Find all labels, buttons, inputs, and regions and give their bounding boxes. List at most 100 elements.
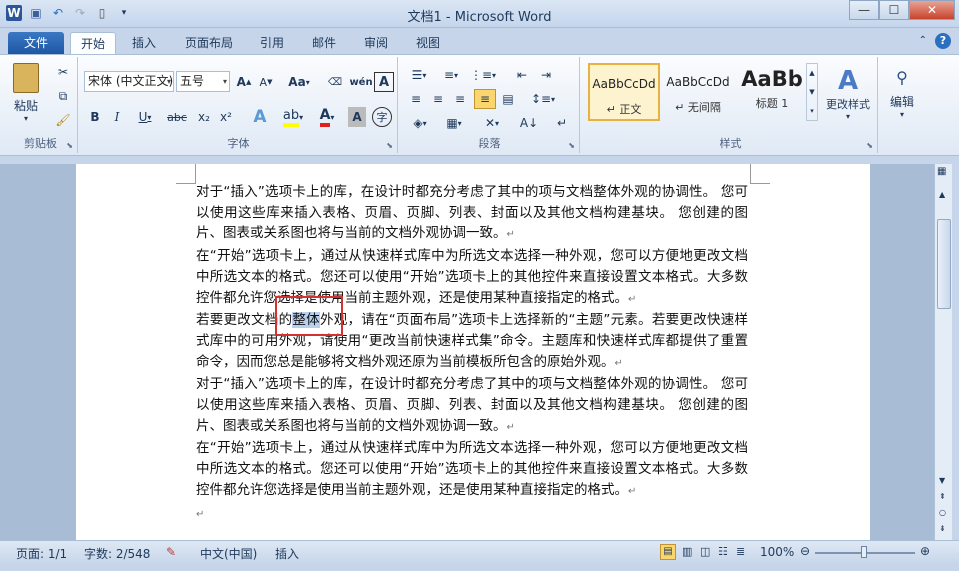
style-name: ↵ 无间隔 [675,101,721,114]
change-case-icon[interactable]: Aa ▾ [286,72,312,92]
increase-indent-icon[interactable]: ⇥ [536,65,556,85]
show-formatting-marks-icon[interactable]: ↵ [552,113,572,133]
tab-insert[interactable]: 插入 [122,32,166,54]
font-size-combo[interactable]: 五号 ▾ [176,71,230,92]
font-name-combo[interactable]: 宋体 (中文正文) ▾ [84,71,174,92]
paragraph-mark: ↵ [628,293,637,305]
chinese-layout-icon[interactable]: ✕ ▾ [478,113,506,133]
selection-highlight-box [275,296,343,336]
underline-button[interactable]: U ▾ [132,107,158,127]
editing-button[interactable]: ⚲ 编辑 ▾ [884,61,920,125]
align-right-icon[interactable]: ≡ [450,89,470,109]
styles-gallery-scroll[interactable]: ▲ ▼ ▾ [806,63,818,121]
paste-button[interactable]: 粘贴 ▾ [8,61,44,125]
close-button[interactable]: ✕ [909,0,955,20]
justify-icon[interactable]: ≡ [474,89,496,109]
insert-mode-indicator[interactable]: 插入 [275,545,299,562]
align-center-icon[interactable]: ≡ [428,89,448,109]
grow-font-icon[interactable]: A ▲ [234,72,254,92]
borders-icon[interactable]: ▦ ▾ [440,113,468,133]
page-count[interactable]: 页面: 1/1 [16,545,67,562]
scroll-down-icon[interactable]: ▼ [939,476,945,485]
full-screen-reading-view-icon[interactable]: ▥ [682,545,692,558]
zoom-slider-thumb[interactable] [861,546,867,558]
margin-corner-marker [750,164,770,184]
language-indicator[interactable]: 中文(中国) [200,545,257,562]
clear-formatting-icon[interactable]: ⌫ [324,72,346,92]
maximize-button[interactable]: ☐ [879,0,909,20]
minimize-ribbon-icon[interactable]: ⌃ [919,35,927,46]
next-page-icon[interactable]: ⇟ [939,524,946,533]
help-icon[interactable]: ? [935,33,951,49]
character-shading-icon[interactable]: A [348,107,366,127]
distributed-icon[interactable]: ▤ [498,89,518,109]
cut-icon[interactable]: ✂ [54,63,72,81]
style-heading-1[interactable]: AaBb 标题 1 [736,63,808,121]
paste-label: 粘贴 [13,99,38,113]
chevron-down-icon: ▾ [222,77,227,86]
zoom-level[interactable]: 100% [760,545,794,559]
tab-file[interactable]: 文件 [8,32,64,54]
ruler-toggle-icon[interactable]: ▦ [937,166,946,177]
draft-view-icon[interactable]: ≣ [736,545,745,558]
line-spacing-icon[interactable]: ↕≡ ▾ [530,89,556,109]
multilevel-list-icon[interactable]: ⋮≡ ▾ [470,65,496,85]
tab-mailings[interactable]: 邮件 [304,32,344,54]
align-left-icon[interactable]: ≡ [406,89,426,109]
document-area: 对于“插入”选项卡上的库，在设计时都充分考虑了其中的项与文档整体外观的协调性。 … [0,164,934,540]
vertical-scrollbar[interactable]: ▦ ▲ ▼ ⇞ ○ ⇟ [934,164,952,540]
decrease-indent-icon[interactable]: ⇤ [512,65,532,85]
underline-label: U [138,110,148,124]
previous-page-icon[interactable]: ⇞ [939,492,946,501]
proofing-icon[interactable]: ✎ [166,545,176,559]
sort-icon[interactable]: A↓ [518,113,540,133]
tab-home[interactable]: 开始 [70,32,116,54]
tab-references[interactable]: 引用 [252,32,292,54]
scrollbar-thumb[interactable] [937,219,951,309]
subscript-button[interactable]: x₂ [194,107,214,127]
style-normal[interactable]: AaBbCcDd ↵ 正文 [588,63,660,121]
print-layout-view-icon[interactable]: ▤ [660,544,676,560]
shrink-font-icon[interactable]: A ▼ [256,72,276,92]
zoom-out-icon[interactable]: ⊖ [800,544,810,558]
style-no-spacing[interactable]: AaBbCcDd ↵ 无间隔 [662,63,734,121]
document-body[interactable]: 对于“插入”选项卡上的库，在设计时都充分考虑了其中的项与文档整体外观的协调性。 … [196,182,748,525]
italic-button[interactable]: I [108,107,126,127]
superscript-button[interactable]: x² [216,107,236,127]
tab-page-layout[interactable]: 页面布局 [176,32,242,54]
numbering-icon[interactable]: ≡ ▾ [438,65,464,85]
tab-review[interactable]: 审阅 [356,32,396,54]
bold-button[interactable]: B [86,107,104,127]
copy-icon[interactable]: ⧉ [54,87,72,105]
dialog-launcher-icon[interactable]: ⬊ [386,141,393,150]
shading-icon[interactable]: ◈ ▾ [406,113,434,133]
ribbon-tabs: 文件 开始 插入 页面布局 引用 邮件 审阅 视图 ⌃ ? [0,28,959,54]
document-page[interactable]: 对于“插入”选项卡上的库，在设计时都充分考虑了其中的项与文档整体外观的协调性。 … [76,164,870,540]
dialog-launcher-icon[interactable]: ⬊ [66,141,73,150]
bullets-icon[interactable]: ☰ ▾ [406,65,432,85]
web-layout-view-icon[interactable]: ◫ [700,545,710,558]
select-browse-object-icon[interactable]: ○ [939,508,946,517]
text-effects-icon[interactable]: A [248,105,272,129]
dialog-launcher-icon[interactable]: ⬊ [568,141,575,150]
tab-view[interactable]: 视图 [408,32,448,54]
change-styles-button[interactable]: A 更改样式 ▾ [822,61,874,125]
outline-view-icon[interactable]: ☷ [718,545,728,558]
format-painter-icon[interactable]: 🖌 [54,111,72,129]
paragraph: 对于“插入”选项卡上的库，在设计时都充分考虑了其中的项与文档整体外观的协调性。 … [196,184,748,242]
scroll-up-icon[interactable]: ▲ [939,190,945,199]
enclose-characters-icon[interactable]: 字 [372,107,392,127]
strikethrough-button[interactable]: abc [164,107,190,127]
highlight-color-icon[interactable]: ab ▾ [278,105,308,129]
word-count[interactable]: 字数: 2/548 [84,545,150,562]
character-border-icon[interactable]: A [374,72,394,92]
font-color-icon[interactable]: A ▾ [312,105,342,129]
zoom-in-icon[interactable]: ⊕ [920,544,930,558]
phonetic-guide-icon[interactable]: wén [349,72,372,92]
chevron-down-icon: ▾ [23,114,28,123]
paragraph: ↵ [196,503,748,526]
dialog-launcher-icon[interactable]: ⬊ [866,141,873,150]
minimize-button[interactable]: — [849,0,879,20]
style-name: 标题 1 [755,97,789,110]
style-sample: AaBbCcDd [592,77,656,91]
